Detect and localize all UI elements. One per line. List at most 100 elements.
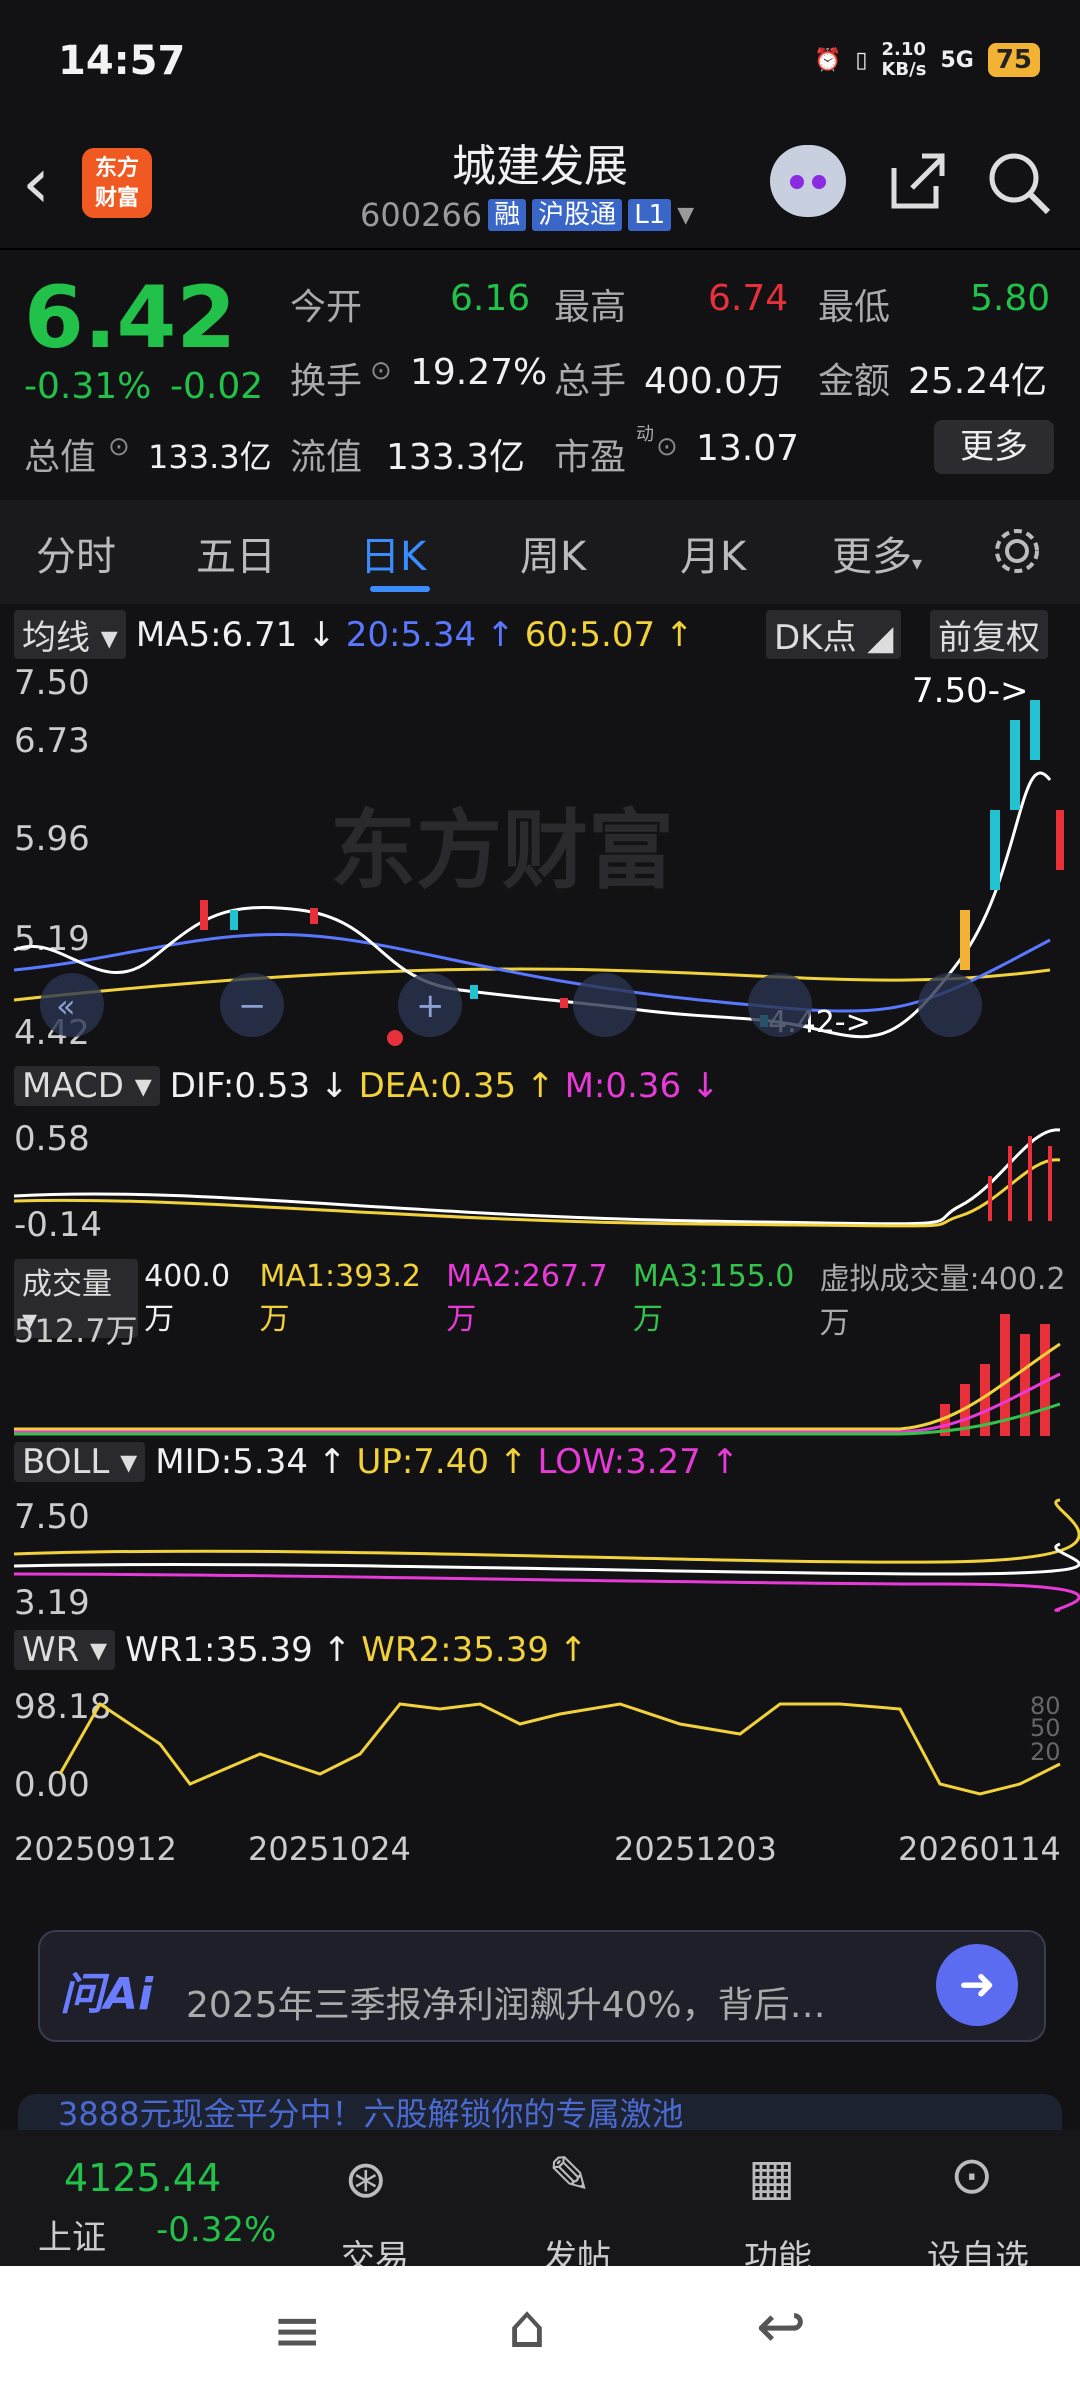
wr-selector[interactable]: WR ▾ — [14, 1630, 116, 1670]
date-label-1: 20250912 — [14, 1830, 177, 1868]
mktcap-label: 总值 — [24, 437, 97, 478]
stock-code-line[interactable]: 600266 融 沪股通 L1 ▼ — [360, 196, 694, 234]
ma20-value: 20:5.34 — [345, 614, 477, 655]
boll-low: LOW:3.27 — [537, 1442, 701, 1482]
low-value: 5.80 — [970, 278, 1051, 319]
dk-label: DK点 — [774, 618, 857, 658]
down-arrow-icon: ↓ — [691, 1066, 720, 1106]
tab-weekly-k[interactable]: 周K — [520, 524, 586, 582]
index-name: 上证 — [38, 2218, 106, 2258]
volume-selector-label: 成交量 — [22, 1266, 112, 1302]
pe-value: 13.07 — [696, 428, 800, 469]
dk-point-button[interactable]: DK点 ◢ — [766, 610, 902, 659]
macd-chart[interactable]: 0.58 -0.14 — [0, 1116, 1080, 1252]
vibrate-icon: ▯ — [855, 47, 868, 73]
tab-daily-k[interactable]: 日K — [360, 524, 426, 582]
wr-chart[interactable]: 98.18 0.00 80 50 20 — [0, 1684, 1080, 1814]
index-value[interactable]: 4125.44 — [64, 2156, 221, 2200]
scroll-right-icon[interactable] — [918, 973, 982, 1037]
up-arrow-icon: ↑ — [322, 1630, 352, 1670]
watchlist-icon: ⊙ — [950, 2146, 994, 2206]
info-icon[interactable]: ⊙ — [656, 432, 678, 462]
battery-indicator: 75 — [987, 43, 1040, 77]
home-icon[interactable]: ⌂ — [508, 2292, 546, 2362]
float-value: 133.3亿 — [386, 437, 526, 478]
macd-axis-top: 0.58 — [14, 1119, 90, 1159]
macd-selector[interactable]: MACD ▾ — [14, 1066, 160, 1106]
ma-selector[interactable]: 均线 ▾ — [14, 610, 126, 659]
info-icon[interactable]: ⊙ — [370, 356, 392, 386]
chevron-down-icon: ▼ — [677, 202, 695, 228]
high-marker: 7.50-> — [912, 671, 1028, 711]
adjust-button[interactable]: 前复权 — [930, 610, 1048, 659]
grid-icon: ▦ — [748, 2148, 796, 2206]
m-value: M:0.36 — [564, 1066, 682, 1106]
volume-chart[interactable]: 512.7万 — [0, 1304, 1080, 1440]
volume-label: 总手 — [554, 361, 627, 402]
float-label: 流值 — [290, 437, 363, 478]
tab-more[interactable]: 更多▾ — [832, 524, 922, 582]
ai-logo: 问Ai — [60, 1969, 154, 2020]
signal-icon: 5G — [940, 47, 974, 73]
step-right-icon[interactable] — [748, 973, 812, 1037]
alarm-icon: ⏰ — [813, 47, 842, 73]
compose-icon: ✎ — [548, 2146, 592, 2206]
divider — [0, 248, 1080, 250]
more-button[interactable]: 更多 — [934, 420, 1054, 474]
kline-axis-l4: 5.19 — [14, 919, 90, 959]
zoom-in-glyph: + — [416, 986, 445, 1026]
promo-text: 3888元现金平分中！六股解锁你的专属激池 — [58, 2095, 684, 2133]
net-unit: KB/s — [881, 59, 927, 80]
info-icon[interactable]: ⊙ — [108, 432, 130, 462]
high-value: 6.74 — [708, 278, 789, 319]
step-left-icon[interactable] — [573, 973, 637, 1037]
back-nav-icon[interactable]: ↩ — [756, 2292, 806, 2362]
gear-icon[interactable] — [990, 524, 1044, 578]
tab-monthly-k[interactable]: 月K — [680, 524, 746, 582]
low-label: 最低 — [818, 287, 891, 328]
kline-chart[interactable]: 7.50 6.73 5.96 5.19 4.42 东方财富 7.50-> 4.4… — [0, 660, 1080, 1060]
scroll-left-glyph: « — [56, 987, 76, 1025]
high-label: 最高 — [554, 287, 627, 328]
ma-selector-label: 均线 — [22, 618, 90, 658]
up-arrow-icon: ↑ — [665, 614, 694, 655]
wr-ref-20: 20 — [1030, 1738, 1061, 1766]
ai-send-button[interactable]: ➜ — [936, 1944, 1018, 2026]
wr1-value: WR1:35.39 — [125, 1630, 313, 1670]
up-arrow-icon: ↑ — [317, 1442, 347, 1482]
kline-axis-l2: 6.73 — [14, 721, 90, 761]
date-label-3: 20251203 — [614, 1830, 777, 1868]
up-arrow-icon: ↑ — [526, 1066, 555, 1106]
kline-axis-top: 7.50 — [14, 663, 90, 703]
trade-icon: ⊛ — [344, 2150, 388, 2210]
wr-selector-label: WR — [22, 1630, 80, 1670]
open-value: 6.16 — [450, 278, 531, 319]
down-arrow-icon: ↓ — [307, 614, 336, 655]
date-label-2: 20251024 — [248, 1830, 411, 1868]
wr-axis-bottom: 0.00 — [14, 1765, 90, 1805]
up-arrow-icon: ↑ — [710, 1442, 740, 1482]
search-icon[interactable] — [984, 148, 1054, 218]
boll-up: UP:7.40 — [356, 1442, 489, 1482]
tab-intraday[interactable]: 分时 — [36, 524, 116, 582]
tab-5day[interactable]: 五日 — [196, 524, 276, 582]
boll-selector[interactable]: BOLL ▾ — [14, 1442, 146, 1482]
turnover-label: 换手 — [290, 361, 363, 402]
promo-banner[interactable]: 3888元现金平分中！六股解锁你的专属激池 — [18, 2094, 1062, 2134]
boll-chart[interactable]: 7.50 3.19 — [0, 1494, 1080, 1624]
status-time: 14:57 — [58, 38, 186, 84]
tab-more-label: 更多 — [832, 534, 912, 580]
macd-selector-label: MACD — [22, 1066, 124, 1106]
boll-axis-top: 7.50 — [14, 1497, 90, 1537]
up-arrow-icon: ↑ — [499, 1442, 528, 1482]
menu-icon[interactable]: ≡ — [272, 2296, 322, 2366]
change-amount: -0.02 — [170, 366, 264, 407]
up-arrow-icon: ↑ — [558, 1630, 588, 1670]
index-change: -0.32% — [156, 2210, 277, 2250]
volume-axis-top: 512.7万 — [14, 1312, 138, 1350]
share-icon[interactable] — [884, 148, 950, 214]
pe-superscript: 动 — [636, 424, 654, 445]
dif-value: DIF:0.53 — [169, 1066, 311, 1106]
ai-robot-icon[interactable] — [770, 145, 846, 217]
boll-selector-label: BOLL — [22, 1442, 110, 1482]
